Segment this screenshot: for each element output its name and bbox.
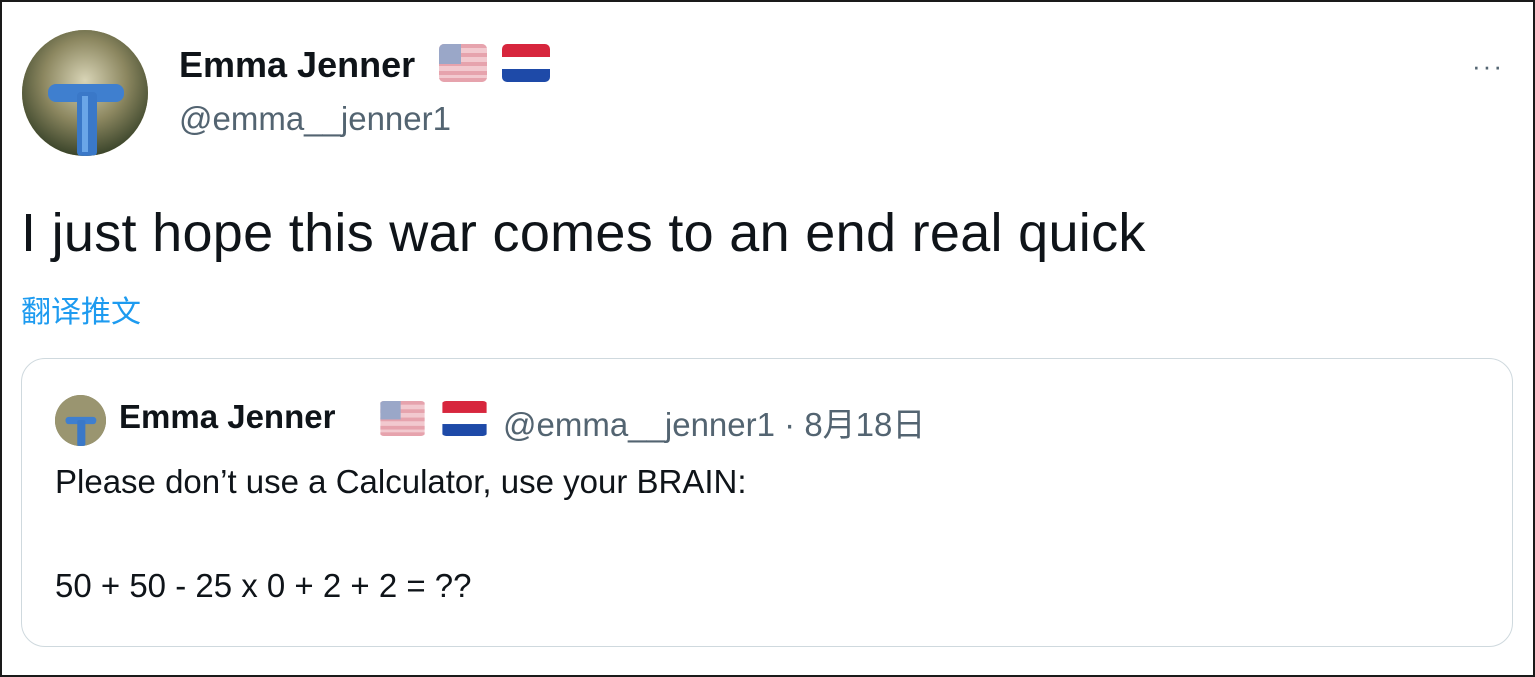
quoted-date[interactable]: 8月18日: [804, 406, 925, 443]
netherlands-flag-icon: [441, 401, 488, 436]
more-options-icon[interactable]: ···: [1460, 50, 1516, 82]
quoted-author-name[interactable]: Emma Jenner: [119, 398, 335, 436]
netherlands-flag-icon: [502, 44, 550, 82]
quoted-author-avatar[interactable]: [55, 395, 106, 446]
avatar-image: [22, 30, 148, 156]
avatar-image: [55, 395, 106, 446]
author-handle[interactable]: @emma__jenner1: [179, 100, 451, 138]
tweet-text: I just hope this war comes to an end rea…: [21, 203, 1146, 263]
tweet-card: Emma Jenner @emma__jenner1 ··· I just ho…: [0, 0, 1535, 677]
quoted-text-line: 50 + 50 - 25 x 0 + 2 + 2 = ??: [55, 567, 472, 604]
quoted-author-handle[interactable]: @emma__jenner1: [503, 406, 775, 443]
translate-tweet-link[interactable]: 翻译推文: [21, 287, 141, 331]
quoted-author-flags: [379, 401, 488, 436]
author-flags: [439, 44, 550, 82]
quoted-tweet[interactable]: Emma Jenner @emma__jenner1 · 8月18日 Pleas…: [21, 358, 1513, 647]
us-flag-icon: [379, 401, 426, 436]
author-name[interactable]: Emma Jenner: [179, 44, 415, 86]
quoted-meta: @emma__jenner1 · 8月18日: [503, 398, 925, 446]
us-flag-icon: [439, 44, 487, 82]
meta-separator: ·: [774, 406, 805, 443]
author-avatar[interactable]: [22, 30, 148, 156]
quoted-text-line: Please don’t use a Calculator, use your …: [55, 463, 747, 500]
